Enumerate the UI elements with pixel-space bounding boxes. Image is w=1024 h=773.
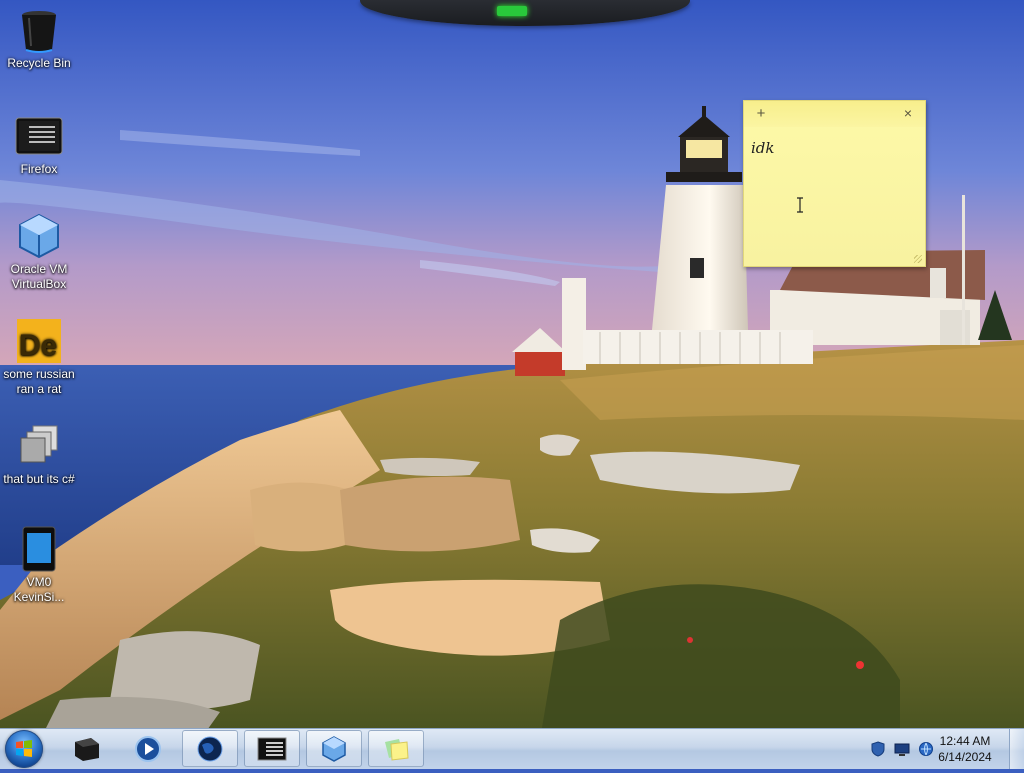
desktop-icon-label: VM0 KevinSi... [13, 575, 65, 604]
desktop-icon-label: that but its c# [3, 472, 75, 486]
taskbar-item-sticky-notes[interactable] [368, 730, 424, 767]
virtualbox-icon [322, 735, 346, 762]
desktop-icon-vm0[interactable]: VM0 KevinSi... [1, 521, 77, 605]
de-app-icon: De [15, 317, 63, 365]
taskbar-item-globe[interactable] [182, 730, 238, 767]
clock-date: 6/14/2024 [938, 750, 992, 764]
taskbar-item-media-player[interactable] [120, 730, 176, 767]
desktop-icon-that-but-its-csharp[interactable]: that but its c# [1, 418, 77, 487]
sticky-note-titlebar[interactable]: + × [744, 101, 925, 127]
taskbar: 12:44 AM 6/14/2024 [0, 728, 1024, 769]
resize-grip[interactable] [914, 255, 922, 263]
desktop-icon-virtualbox[interactable]: Oracle VM VirtualBox [1, 208, 77, 292]
show-desktop-button[interactable] [1009, 729, 1024, 769]
shield-icon[interactable] [870, 741, 886, 757]
system-tray: 12:44 AM 6/14/2024 [864, 729, 1024, 769]
start-button[interactable] [5, 730, 43, 768]
globe-icon [197, 736, 223, 761]
desktop-icon-label: Firefox [20, 162, 58, 176]
taskbar-clock[interactable]: 12:44 AM 6/14/2024 [930, 733, 1000, 765]
media-player-icon [135, 735, 161, 762]
sticky-notes-icon [385, 738, 409, 761]
desktop-icon-label: Oracle VM VirtualBox [10, 262, 68, 291]
virtualbox-icon [15, 212, 63, 260]
black-box-icon [75, 737, 99, 761]
svg-text:De: De [19, 329, 57, 362]
desktop-icon-firefox[interactable]: Firefox [1, 108, 77, 177]
desktop-icon-some-russian-ran-a-rat[interactable]: De some russian ran a rat [1, 313, 77, 397]
recycle-bin-icon [15, 6, 63, 54]
tablet-shortcut-icon [15, 525, 63, 573]
terminal-icon [257, 737, 287, 760]
desktop-icon-recycle-bin[interactable]: Recycle Bin [1, 2, 77, 71]
close-note-button[interactable]: × [900, 105, 916, 121]
stacked-windows-icon [15, 422, 63, 470]
desktop-icon-label: Recycle Bin [7, 56, 71, 70]
text-cursor-icon [797, 197, 803, 213]
firefox-icon [15, 112, 63, 160]
taskbar-item-black-box[interactable] [58, 730, 114, 767]
sticky-note[interactable]: + × idk [743, 100, 926, 267]
status-led-icon [497, 6, 527, 16]
taskbar-item-virtualbox[interactable] [306, 730, 362, 767]
windows-logo-icon [16, 740, 32, 757]
add-note-button[interactable]: + [753, 105, 769, 122]
sticky-note-text[interactable]: idk [751, 139, 775, 157]
desktop-icon-label: some russian ran a rat [3, 367, 75, 396]
monitor-icon[interactable] [894, 741, 910, 757]
clock-time: 12:44 AM [939, 734, 991, 748]
taskbar-item-terminal[interactable] [244, 730, 300, 767]
